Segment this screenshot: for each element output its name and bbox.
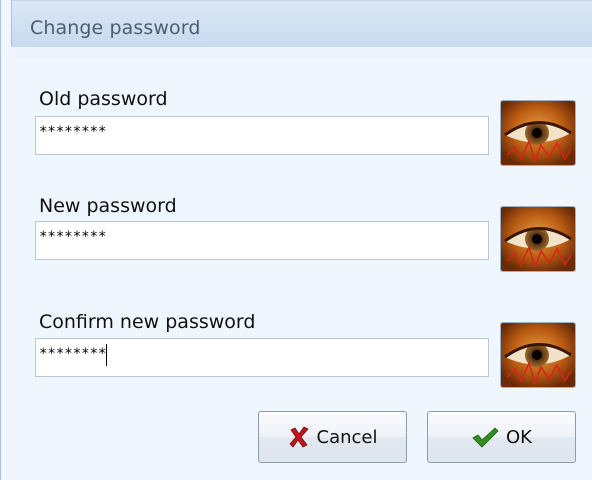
text-caret [106, 344, 108, 366]
checkmark-icon [471, 426, 499, 448]
new-password-field[interactable]: ******** [35, 221, 489, 260]
title-separator [11, 46, 592, 58]
old-password-field[interactable]: ******** [35, 116, 489, 155]
confirm-password-field[interactable]: ******** [35, 338, 489, 377]
change-password-dialog: Change password Old password ******** Ne… [0, 0, 592, 480]
ok-label: OK [506, 426, 532, 448]
eye-icon [501, 207, 575, 271]
confirm-password-label: Confirm new password [39, 311, 256, 333]
ok-button[interactable]: OK [427, 411, 576, 463]
x-icon [288, 426, 310, 448]
show-old-password-button[interactable] [500, 100, 576, 166]
cancel-button[interactable]: Cancel [258, 411, 407, 463]
show-confirm-password-button[interactable] [500, 322, 576, 388]
new-password-label: New password [39, 195, 177, 217]
show-new-password-button[interactable] [500, 206, 576, 272]
new-password-value: ******** [39, 229, 107, 245]
dialog-title: Change password [30, 17, 201, 39]
cancel-label: Cancel [316, 426, 378, 448]
old-password-value: ******** [39, 124, 107, 140]
old-password-label: Old password [39, 88, 168, 110]
eye-icon [501, 323, 575, 387]
eye-icon [501, 101, 575, 165]
confirm-password-value: ******** [39, 346, 107, 362]
